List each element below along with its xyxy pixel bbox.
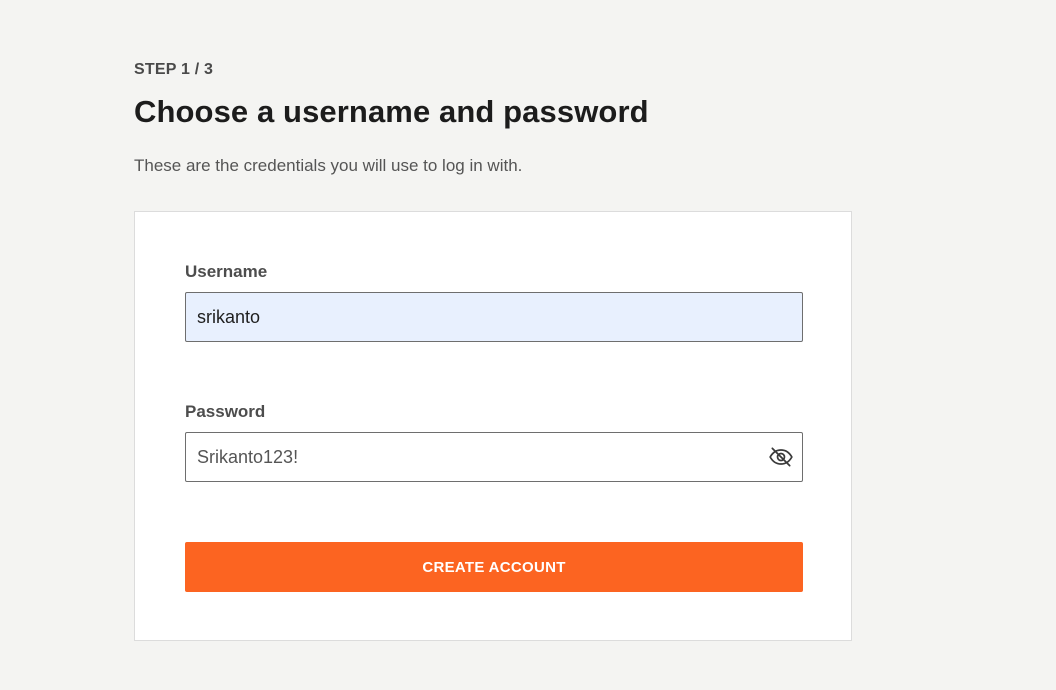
password-field bbox=[185, 432, 803, 482]
create-account-button[interactable]: CREATE ACCOUNT bbox=[185, 542, 803, 592]
page-subtitle: These are the credentials you will use t… bbox=[134, 156, 523, 175]
signup-page: STEP 1 / 3 Choose a username and passwor… bbox=[0, 0, 1056, 690]
password-label: Password bbox=[185, 402, 266, 421]
password-input[interactable] bbox=[185, 432, 803, 482]
page-title: Choose a username and password bbox=[134, 94, 649, 129]
step-indicator: STEP 1 / 3 bbox=[134, 61, 214, 78]
credentials-card: Username Password CREATE ACCOUNT bbox=[134, 211, 852, 641]
eye-slash-icon[interactable] bbox=[767, 443, 795, 471]
username-input[interactable] bbox=[185, 292, 803, 342]
username-label: Username bbox=[185, 262, 268, 281]
